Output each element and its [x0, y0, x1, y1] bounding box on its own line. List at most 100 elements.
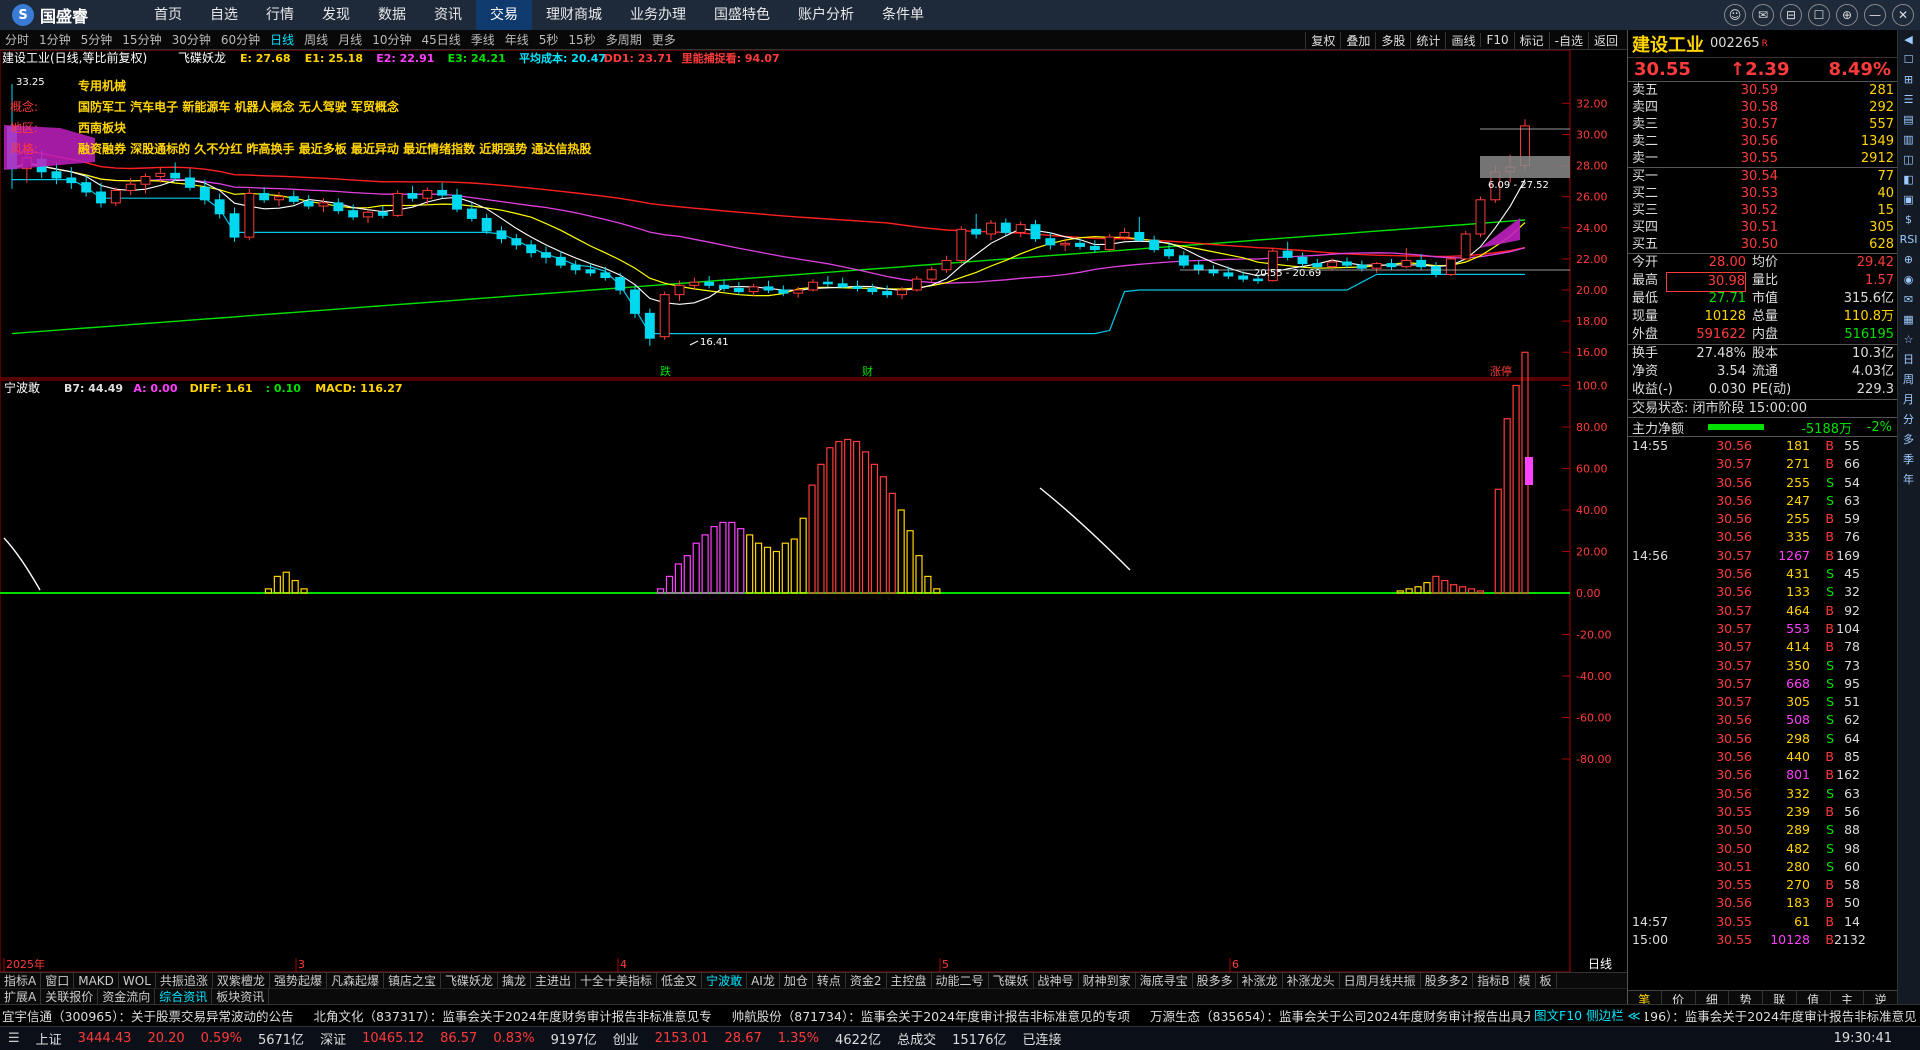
period-tab-5[interactable]: 60分钟 — [216, 31, 265, 48]
window-control-icon-6[interactable]: ✕ — [1892, 4, 1914, 26]
side-tool-icon-12[interactable]: ◉ — [1898, 270, 1919, 290]
indicator-tab-24[interactable]: 海底寻宝 — [1136, 972, 1193, 989]
info-tab-1[interactable]: 关联报价 — [41, 988, 99, 1005]
nav-item-11[interactable]: 条件单 — [868, 0, 938, 30]
tool-button-8[interactable]: 返回 — [1587, 31, 1623, 49]
indicator-tab-20[interactable]: 动能二号 — [932, 972, 989, 989]
index-name[interactable]: 上证 — [28, 1029, 70, 1048]
side-tool-icon-21[interactable]: 季 — [1898, 450, 1919, 470]
indicator-tab-9[interactable]: 飞碟妖龙 — [441, 972, 498, 989]
sidebar-toggle[interactable]: 图文F10 侧边栏 ≪ — [1530, 1005, 1645, 1026]
period-tab-13[interactable]: 5秒 — [534, 31, 564, 48]
period-tab-10[interactable]: 45日线 — [416, 31, 465, 48]
indicator-tab-11[interactable]: 主进出 — [531, 972, 577, 989]
indicator-tab-23[interactable]: 财神到家 — [1079, 972, 1136, 989]
news-ticker[interactable]: 宜宇信通（300965）：关于股票交易异常波动的公告 北角文化（837317）：监… — [0, 1004, 1920, 1026]
period-tab-1[interactable]: 1分钟 — [34, 31, 76, 48]
period-tab-6[interactable]: 日线 — [265, 31, 299, 48]
indicator-tab-6[interactable]: 强势起爆 — [270, 972, 327, 989]
indicator-tab-7[interactable]: 凡森起爆 — [327, 972, 384, 989]
side-tool-icon-7[interactable]: ◧ — [1898, 170, 1919, 190]
news-item[interactable]: 宜宇信通（300965）：关于股票交易异常波动的公告 — [0, 1006, 311, 1025]
tool-button-2[interactable]: 多股 — [1375, 31, 1410, 49]
chart-area[interactable]: 32.00 30.00 28.00 26.00 24.00 22.00 20.00 18.00… — [0, 49, 1627, 973]
tool-button-4[interactable]: 画线 — [1445, 31, 1480, 49]
side-tool-icon-17[interactable]: 周 — [1898, 370, 1919, 390]
side-tool-icon-14[interactable]: ▦ — [1898, 310, 1919, 330]
kline-chart[interactable]: 32.0030.0028.0026.0024.0022.0020.0018.00… — [0, 49, 1627, 973]
side-tool-icon-16[interactable]: 日 — [1898, 350, 1919, 370]
info-tab-0[interactable]: 扩展A — [0, 988, 42, 1005]
window-control-icon-3[interactable]: ☐ — [1808, 4, 1830, 26]
tool-button-5[interactable]: F10 — [1480, 33, 1513, 47]
nav-item-2[interactable]: 行情 — [252, 0, 308, 30]
tick-list[interactable]: 14:55 30.56 181 B 55 30.57 271 B 66 30.56 255 S 54 30… — [1628, 436, 1897, 949]
side-tool-icon-5[interactable]: ▥ — [1898, 130, 1919, 150]
nav-item-5[interactable]: 资讯 — [420, 0, 476, 30]
side-tool-icon-20[interactable]: 多 — [1898, 430, 1919, 450]
window-control-icon-4[interactable]: ⊕ — [1836, 4, 1858, 26]
indicator-tab-4[interactable]: 共振追涨 — [156, 972, 213, 989]
indicator-tab-16[interactable]: 加仓 — [780, 972, 813, 989]
info-tab-3[interactable]: 综合资讯 — [155, 988, 213, 1005]
side-tool-icon-6[interactable]: ◫ — [1898, 150, 1919, 170]
period-tab-4[interactable]: 30分钟 — [167, 31, 216, 48]
indicator-tab-30[interactable]: 指标B — [1473, 972, 1515, 989]
indicator-tab-22[interactable]: 战神号 — [1034, 972, 1079, 989]
indicator-tab-10[interactable]: 擒龙 — [498, 972, 532, 989]
indicator-tab-3[interactable]: WOL — [119, 972, 156, 989]
indicator-tab-15[interactable]: AI龙 — [747, 972, 780, 989]
side-tool-icon-0[interactable]: ◀ — [1898, 30, 1919, 50]
period-tab-8[interactable]: 月线 — [333, 31, 367, 48]
indicator-tab-14[interactable]: 宁波敢 — [702, 972, 748, 989]
indicator-tab-0[interactable]: 指标A — [0, 972, 42, 989]
indicator-tab-29[interactable]: 股多多2 — [1421, 972, 1474, 989]
side-tool-icon-15[interactable]: ☆ — [1898, 330, 1919, 350]
nav-item-3[interactable]: 发现 — [308, 0, 364, 30]
index-name[interactable]: 创业 — [605, 1029, 647, 1048]
tool-button-6[interactable]: 标记 — [1513, 31, 1549, 49]
side-tool-icon-13[interactable]: ✉ — [1898, 290, 1919, 310]
tool-button-0[interactable]: 复权 — [1305, 31, 1340, 49]
side-tool-icon-3[interactable]: ☰ — [1898, 90, 1919, 110]
period-tab-14[interactable]: 15秒 — [563, 31, 600, 48]
info-tab-4[interactable]: 板块资讯 — [212, 988, 270, 1005]
indicator-tab-17[interactable]: 转点 — [813, 972, 846, 989]
nav-item-4[interactable]: 数据 — [364, 0, 420, 30]
period-tab-2[interactable]: 5分钟 — [76, 31, 118, 48]
news-item[interactable]: 帅航股份（871734）：监事会关于2024年度审计报告非标准意见的专项 — [730, 1006, 1148, 1025]
period-tab-3[interactable]: 15分钟 — [117, 31, 166, 48]
window-control-icon-5[interactable]: — — [1864, 4, 1886, 26]
window-control-icon-2[interactable]: ⊟ — [1780, 4, 1802, 26]
tool-button-3[interactable]: 统计 — [1410, 31, 1445, 49]
indicator-tab-5[interactable]: 双紫檀龙 — [213, 972, 270, 989]
side-tool-icon-8[interactable]: ▣ — [1898, 190, 1919, 210]
side-tool-icon-18[interactable]: 月 — [1898, 390, 1919, 410]
indicator-tab-19[interactable]: 主控盘 — [887, 972, 932, 989]
period-tab-9[interactable]: 10分钟 — [367, 31, 416, 48]
info-tab-2[interactable]: 资金流向 — [98, 988, 156, 1005]
indicator-tab-27[interactable]: 补涨龙头 — [1283, 972, 1340, 989]
period-tab-12[interactable]: 年线 — [500, 31, 534, 48]
side-tool-icon-2[interactable]: ⊞ — [1898, 70, 1919, 90]
period-tab-15[interactable]: 多周期 — [601, 31, 647, 48]
period-tab-7[interactable]: 周线 — [299, 31, 333, 48]
nav-item-10[interactable]: 账户分析 — [784, 0, 868, 30]
indicator-tab-32[interactable]: 板 — [1536, 972, 1557, 989]
nav-item-9[interactable]: 国盛特色 — [700, 0, 784, 30]
nav-item-7[interactable]: 理财商城 — [532, 0, 616, 30]
window-control-icon-1[interactable]: ✉ — [1752, 4, 1774, 26]
index-name[interactable]: 深证 — [312, 1029, 354, 1048]
indicator-tab-21[interactable]: 飞碟妖 — [989, 972, 1034, 989]
tool-button-1[interactable]: 叠加 — [1340, 31, 1375, 49]
side-tool-icon-19[interactable]: 分 — [1898, 410, 1919, 430]
period-tab-16[interactable]: 更多 — [647, 31, 681, 48]
side-tool-icon-4[interactable]: ▤ — [1898, 110, 1919, 130]
indicator-tab-8[interactable]: 镇店之宝 — [384, 972, 441, 989]
news-item[interactable]: 万源生态（835654）：监事会关于公司2024年度财务审计报告出具无 — [1148, 1006, 1554, 1025]
indicator-tab-1[interactable]: 窗口 — [41, 972, 75, 989]
status-settings-icon[interactable]: ☰ — [0, 1031, 28, 1046]
indicator-tab-25[interactable]: 股多多 — [1193, 972, 1238, 989]
period-tab-0[interactable]: 分时 — [0, 31, 34, 48]
indicator-tab-13[interactable]: 低金叉 — [657, 972, 703, 989]
